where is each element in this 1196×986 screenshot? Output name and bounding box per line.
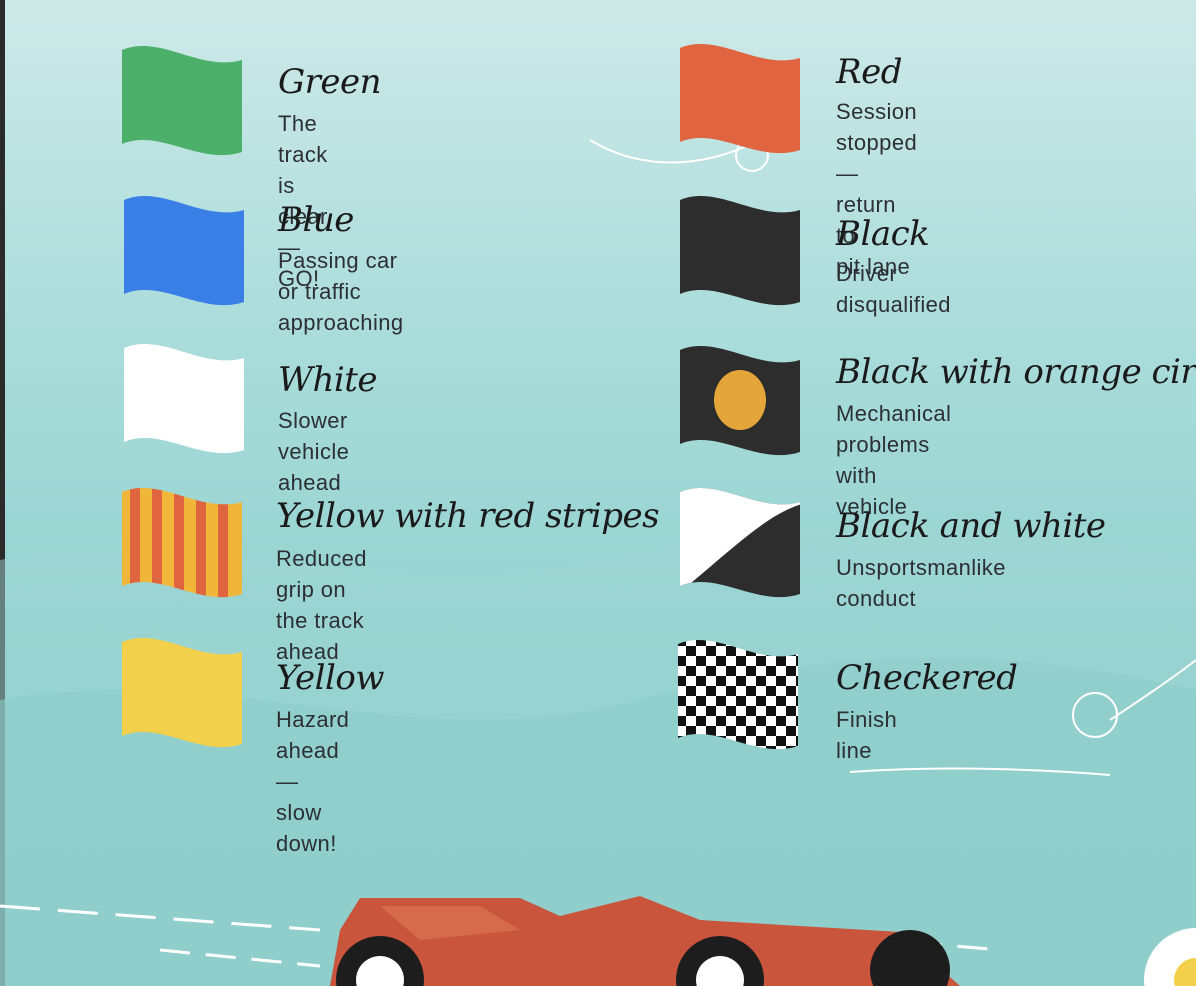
flag-description: Passing car or traffic approaching xyxy=(278,248,404,335)
flag-title: Yellow xyxy=(276,658,384,698)
flag-description: Unsportsmanlike conduct xyxy=(836,555,1006,611)
black-white-flag-icon xyxy=(680,488,800,598)
checkered-flag-icon xyxy=(678,640,798,750)
flag-description: Finish line xyxy=(836,707,898,763)
flag-title: White xyxy=(278,360,378,400)
flag-description: Slower vehicle ahead xyxy=(278,408,350,495)
flag-title: Black with orange circle xyxy=(836,352,1196,392)
flag-title: Green xyxy=(278,62,382,102)
flag-title: Blue xyxy=(278,200,354,240)
flag-title: Yellow with red stripes xyxy=(276,496,660,536)
black-flag-icon xyxy=(680,196,800,306)
flag-description: Hazard ahead — slow down! xyxy=(276,707,350,856)
flag-description: Session stopped — return to pit lane xyxy=(836,99,918,279)
left-edge xyxy=(0,0,5,986)
race-car-illustration xyxy=(0,896,1196,986)
flag-title: Black xyxy=(836,214,930,254)
black-orange-circle-flag-icon xyxy=(680,346,800,456)
blue-flag-icon xyxy=(124,196,244,306)
flag-description: Mechanical problems with vehicle xyxy=(836,401,952,519)
flag-title: Black and white xyxy=(836,506,1106,546)
flag-title: Checkered xyxy=(836,658,1018,698)
white-flag-icon xyxy=(124,344,244,454)
flag-title: Red xyxy=(836,52,903,92)
flag-description: Reduced grip on the track ahead xyxy=(276,546,367,664)
flag-description: Driver disqualified xyxy=(836,261,951,317)
yellow-red-striped-flag-icon xyxy=(122,488,242,598)
yellow-flag-icon xyxy=(122,638,242,748)
red-flag-icon xyxy=(680,44,800,154)
green-flag-icon xyxy=(122,46,242,156)
